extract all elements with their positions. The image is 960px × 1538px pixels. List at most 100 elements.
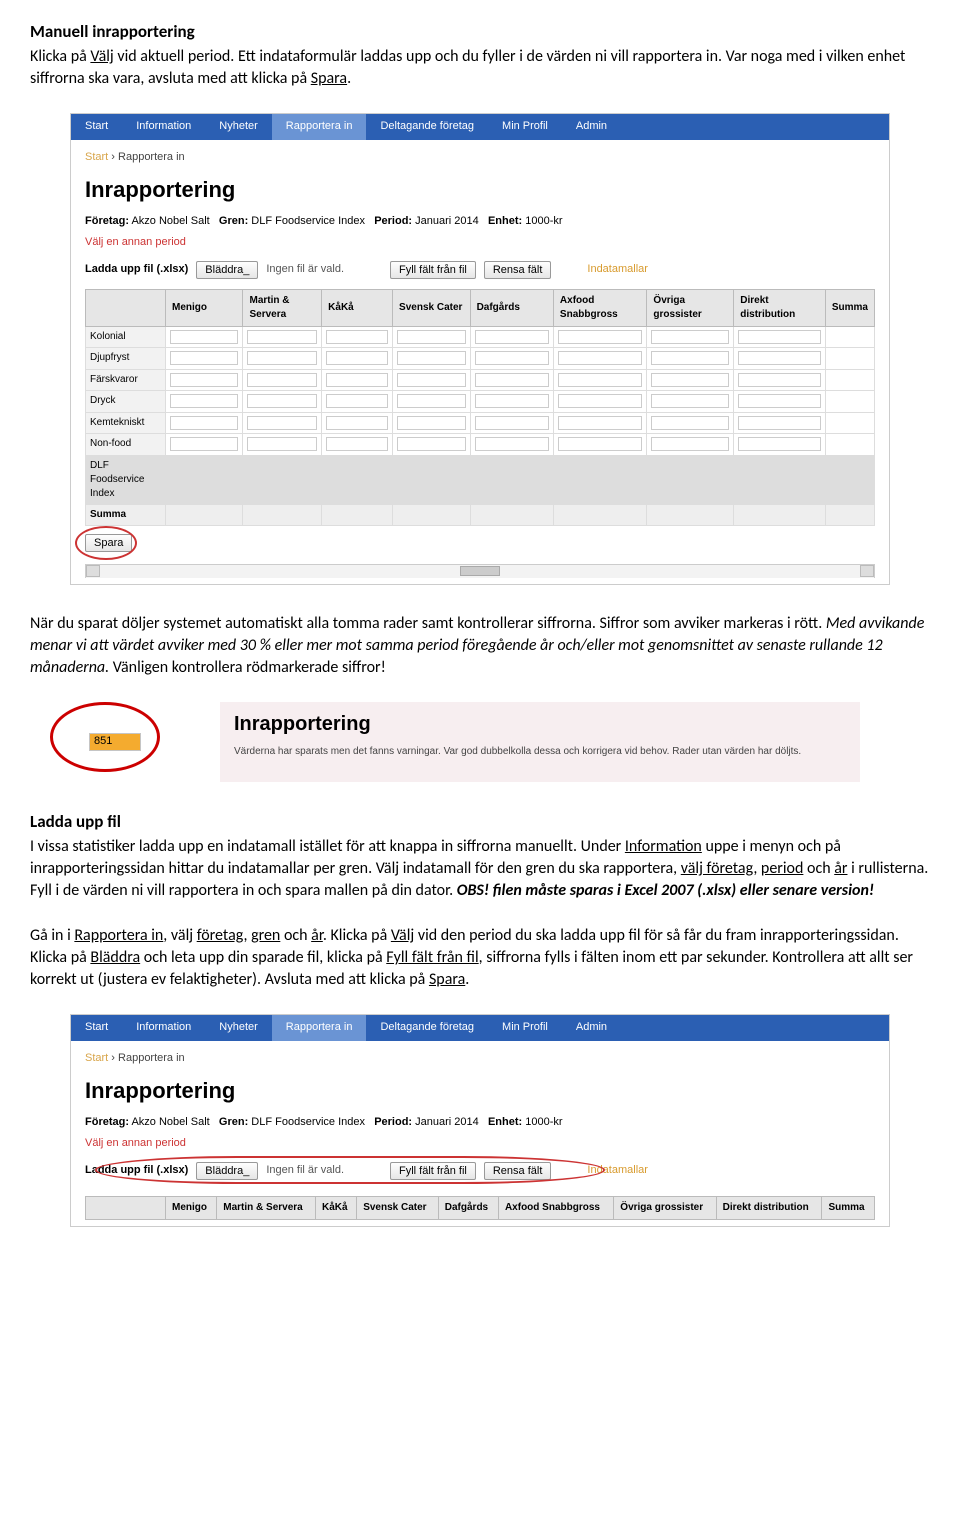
nav-start[interactable]: Start xyxy=(71,114,122,140)
cell-input[interactable] xyxy=(558,394,643,408)
paragraph: Gå in i Rapportera in, välj företag, gre… xyxy=(30,925,930,992)
cell-input[interactable] xyxy=(475,416,549,430)
cell-input[interactable] xyxy=(170,330,238,344)
nav-min-profil[interactable]: Min Profil xyxy=(488,114,562,140)
cell-input[interactable] xyxy=(247,330,317,344)
cell-input[interactable] xyxy=(475,394,549,408)
cell-input[interactable] xyxy=(397,373,466,387)
col-summa: Summa xyxy=(822,1196,875,1219)
cell-input[interactable] xyxy=(651,416,729,430)
table-row: Kolonial xyxy=(86,326,875,348)
cell-input[interactable] xyxy=(326,394,388,408)
cell-input[interactable] xyxy=(738,351,821,365)
save-button[interactable]: Spara xyxy=(85,534,132,552)
choose-other-period-link[interactable]: Välj en annan period xyxy=(85,1136,186,1151)
nav-nyheter[interactable]: Nyheter xyxy=(205,114,272,140)
nav-information[interactable]: Information xyxy=(122,114,205,140)
cell-input[interactable] xyxy=(326,373,388,387)
cell-input[interactable] xyxy=(738,394,821,408)
main-nav: Start Information Nyheter Rapportera in … xyxy=(71,1015,889,1041)
col-direkt: Direkt distribution xyxy=(716,1196,822,1219)
table-row: Dryck xyxy=(86,391,875,413)
cell-input[interactable] xyxy=(170,437,238,451)
scroll-right-icon[interactable] xyxy=(860,565,874,577)
col-dafgards: Dafgårds xyxy=(470,289,553,326)
cell-input[interactable] xyxy=(738,373,821,387)
paragraph: När du sparat döljer systemet automatisk… xyxy=(30,613,930,680)
cell-input[interactable] xyxy=(170,373,238,387)
cell-input[interactable] xyxy=(738,330,821,344)
col-direkt: Direkt distribution xyxy=(734,289,826,326)
nav-rapportera-in[interactable]: Rapportera in xyxy=(272,1015,367,1041)
nav-nyheter[interactable]: Nyheter xyxy=(205,1015,272,1041)
cell-input[interactable] xyxy=(326,437,388,451)
cell-input[interactable] xyxy=(738,416,821,430)
cell-input[interactable] xyxy=(247,437,317,451)
cell-input[interactable] xyxy=(475,373,549,387)
cell-input[interactable] xyxy=(247,373,317,387)
indatamallar-link[interactable]: Indatamallar xyxy=(587,262,648,277)
indatamallar-link[interactable]: Indatamallar xyxy=(587,1163,648,1178)
choose-other-period-link[interactable]: Välj en annan period xyxy=(85,235,186,250)
browse-button[interactable]: Bläddra_ xyxy=(196,1162,258,1180)
cell-input[interactable] xyxy=(247,351,317,365)
cell-input[interactable] xyxy=(397,330,466,344)
cell-input[interactable] xyxy=(558,351,643,365)
fill-from-file-button[interactable]: Fyll fält från fil xyxy=(390,1162,476,1180)
table-row: Kemtekniskt xyxy=(86,412,875,434)
cell-input[interactable] xyxy=(475,437,549,451)
col-summa: Summa xyxy=(825,289,874,326)
clear-fields-button[interactable]: Rensa fält xyxy=(484,261,552,279)
col-empty xyxy=(86,1196,166,1219)
clear-fields-button[interactable]: Rensa fält xyxy=(484,1162,552,1180)
nav-admin[interactable]: Admin xyxy=(562,114,621,140)
cell-input[interactable] xyxy=(326,330,388,344)
nav-rapportera-in[interactable]: Rapportera in xyxy=(272,114,367,140)
page-title: Inrapportering xyxy=(85,175,875,206)
col-svensk-cater: Svensk Cater xyxy=(393,289,471,326)
fill-from-file-button[interactable]: Fyll fält från fil xyxy=(390,261,476,279)
cell-input[interactable] xyxy=(397,437,466,451)
cell-input[interactable] xyxy=(651,330,729,344)
cell-input[interactable] xyxy=(170,394,238,408)
cell-input[interactable] xyxy=(326,351,388,365)
upload-toolbar: Ladda upp fil (.xlsx) Bläddra_ Ingen fil… xyxy=(85,1162,875,1180)
col-martin-servera: Martin & Servera xyxy=(217,1196,316,1219)
scroll-thumb[interactable] xyxy=(460,566,500,576)
cell-input[interactable] xyxy=(558,437,643,451)
upload-label: Ladda upp fil (.xlsx) xyxy=(85,262,188,277)
no-file-text: Ingen fil är vald. xyxy=(266,262,344,277)
cell-input[interactable] xyxy=(651,437,729,451)
cell-input[interactable] xyxy=(558,373,643,387)
nav-deltagande[interactable]: Deltagande företag xyxy=(366,1015,488,1041)
cell-input[interactable] xyxy=(170,416,238,430)
cell-input[interactable] xyxy=(247,394,317,408)
nav-start[interactable]: Start xyxy=(71,1015,122,1041)
warning-snippet: 851 Inrapportering Värderna har sparats … xyxy=(50,702,930,782)
cell-input[interactable] xyxy=(558,330,643,344)
cell-input[interactable] xyxy=(475,351,549,365)
nav-admin[interactable]: Admin xyxy=(562,1015,621,1041)
cell-input[interactable] xyxy=(651,394,729,408)
horizontal-scrollbar[interactable] xyxy=(85,564,875,578)
browse-button[interactable]: Bläddra_ xyxy=(196,261,258,279)
nav-deltagande[interactable]: Deltagande företag xyxy=(366,114,488,140)
col-svensk-cater: Svensk Cater xyxy=(357,1196,439,1219)
meta-line: Företag: Akzo Nobel Salt Gren: DLF Foods… xyxy=(85,1115,875,1130)
cell-input[interactable] xyxy=(397,416,466,430)
table-row: DLF Foodservice Index xyxy=(86,455,875,504)
cell-input[interactable] xyxy=(170,351,238,365)
cell-input[interactable] xyxy=(738,437,821,451)
cell-input[interactable] xyxy=(558,416,643,430)
nav-information[interactable]: Information xyxy=(122,1015,205,1041)
cell-input[interactable] xyxy=(651,373,729,387)
paragraph: Klicka på Välj vid aktuell period. Ett i… xyxy=(30,46,930,91)
cell-input[interactable] xyxy=(475,330,549,344)
cell-input[interactable] xyxy=(397,394,466,408)
scroll-left-icon[interactable] xyxy=(86,565,100,577)
cell-input[interactable] xyxy=(247,416,317,430)
cell-input[interactable] xyxy=(651,351,729,365)
nav-min-profil[interactable]: Min Profil xyxy=(488,1015,562,1041)
cell-input[interactable] xyxy=(397,351,466,365)
cell-input[interactable] xyxy=(326,416,388,430)
